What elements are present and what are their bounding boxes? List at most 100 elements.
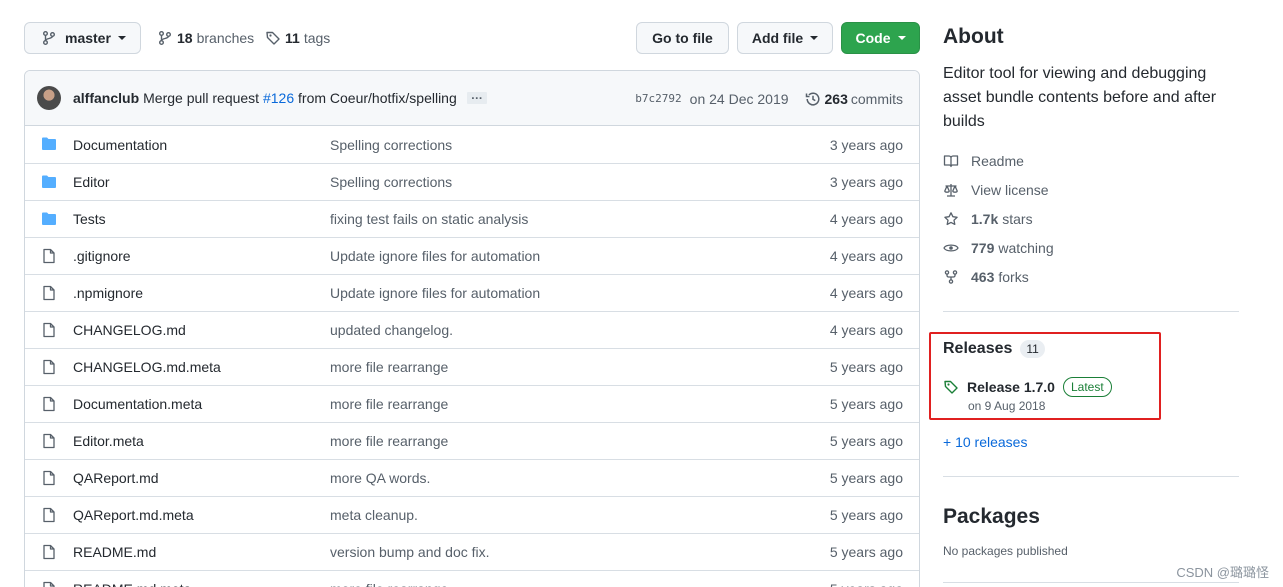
- folder-icon: [41, 211, 57, 227]
- file-row[interactable]: README.md.meta more file rearrange 5 years…: [25, 570, 919, 587]
- branch-select-button[interactable]: master: [24, 22, 141, 54]
- commit-message-link[interactable]: more file rearrange: [330, 433, 448, 449]
- divider: [943, 582, 1239, 583]
- code-button[interactable]: Code: [841, 22, 920, 54]
- forks-link[interactable]: 463 forks: [943, 267, 1029, 287]
- divider: [943, 311, 1239, 312]
- avatar[interactable]: [37, 86, 61, 110]
- commit-message-link[interactable]: more QA words.: [330, 470, 430, 486]
- file-row[interactable]: .npmignore Update ignore files for automa…: [25, 274, 919, 311]
- file-browser: alffanclub Merge pull request #126 from …: [24, 70, 920, 587]
- file-row[interactable]: Tests fixing test fails on static analysi…: [25, 200, 919, 237]
- stars-link[interactable]: 1.7k stars: [943, 209, 1033, 229]
- file-row[interactable]: Editor Spelling corrections 3 years ago: [25, 163, 919, 200]
- file-row[interactable]: .gitignore Update ignore files for automa…: [25, 237, 919, 274]
- file-row[interactable]: CHANGELOG.md updated changelog. 4 years ag…: [25, 311, 919, 348]
- file-icon: [41, 544, 57, 560]
- file-row[interactable]: README.md version bump and doc fix. 5 year…: [25, 533, 919, 570]
- commit-age: 5 years ago: [829, 507, 903, 523]
- commit-age: 5 years ago: [829, 470, 903, 486]
- commit-message[interactable]: Merge pull request #126 from Coeur/hotfi…: [143, 90, 457, 106]
- branch-icon: [159, 31, 171, 45]
- commit-age: 5 years ago: [829, 544, 903, 560]
- commit-message-link[interactable]: Spelling corrections: [330, 137, 452, 153]
- packages-heading[interactable]: Packages: [943, 505, 1239, 529]
- file-row[interactable]: QAReport.md more QA words. 5 years ago: [25, 459, 919, 496]
- commit-age: 5 years ago: [830, 581, 903, 587]
- fork-icon: [944, 270, 958, 284]
- license-label: View license: [971, 182, 1049, 198]
- file-row[interactable]: Editor.meta more file rearrange 5 years ag…: [25, 422, 919, 459]
- add-file-button[interactable]: Add file: [737, 22, 833, 54]
- file-row[interactable]: QAReport.md.meta meta cleanup. 5 years ago: [25, 496, 919, 533]
- forks-label: forks: [998, 269, 1029, 285]
- pull-request-link[interactable]: #126: [263, 90, 294, 106]
- commit-age: 4 years ago: [829, 211, 903, 227]
- commit-message-link[interactable]: updated changelog.: [330, 322, 453, 338]
- commit-sha-link[interactable]: b7c2792: [635, 92, 681, 105]
- commit-age: 4 years ago: [829, 248, 903, 264]
- branches-link[interactable]: 18 branches: [157, 28, 254, 48]
- file-row[interactable]: Documentation.meta more file rearrange 5 y…: [25, 385, 919, 422]
- file-name-link[interactable]: CHANGELOG.md.meta: [73, 359, 221, 375]
- tags-count: 11: [285, 30, 300, 46]
- commit-message-link[interactable]: meta cleanup.: [330, 507, 418, 523]
- chevron-down-icon: [810, 36, 819, 40]
- file-name-link[interactable]: Editor.meta: [73, 433, 144, 449]
- file-name-link[interactable]: CHANGELOG.md: [73, 322, 186, 338]
- commit-message-prefix: Merge pull request: [143, 90, 260, 106]
- file-icon: [41, 470, 57, 486]
- commit-age: 3 years ago: [829, 174, 903, 190]
- stars-label: stars: [1002, 211, 1033, 227]
- commits-label: commits: [850, 90, 903, 107]
- file-name-link[interactable]: README.md.meta: [73, 581, 191, 587]
- license-link[interactable]: View license: [943, 180, 1049, 200]
- commit-author-link[interactable]: alffanclub: [73, 90, 139, 106]
- divider: [943, 476, 1239, 477]
- go-to-file-button[interactable]: Go to file: [636, 22, 729, 54]
- commit-message-link[interactable]: more file rearrange: [330, 396, 448, 412]
- file-name-link[interactable]: .npmignore: [73, 285, 143, 301]
- tags-label: tags: [303, 30, 331, 46]
- forks-count: 463: [971, 269, 995, 285]
- commit-message-link[interactable]: more file rearrange: [330, 359, 448, 375]
- star-icon: [944, 212, 958, 226]
- file-row[interactable]: CHANGELOG.md.meta more file rearrange 5 ye…: [25, 348, 919, 385]
- commit-message-link[interactable]: version bump and doc fix.: [330, 544, 490, 560]
- file-name-link[interactable]: QAReport.md.meta: [73, 507, 194, 523]
- commits-history-link[interactable]: 263 commits: [805, 91, 903, 107]
- packages-empty-text: No packages published: [943, 544, 1068, 558]
- go-to-file-label: Go to file: [652, 30, 713, 46]
- tags-link[interactable]: 11 tags: [265, 28, 330, 48]
- file-icon: [41, 433, 57, 449]
- file-name-link[interactable]: Documentation: [73, 137, 167, 153]
- history-icon: [805, 91, 820, 105]
- watermark: CSDN @璐璐怪: [1176, 565, 1269, 580]
- readme-label: Readme: [971, 153, 1024, 169]
- file-name-link[interactable]: Documentation.meta: [73, 396, 202, 412]
- expand-commit-button[interactable]: …: [466, 89, 487, 104]
- file-name-link[interactable]: QAReport.md: [73, 470, 159, 486]
- commit-message-link[interactable]: Update ignore files for automation: [330, 248, 540, 264]
- folder-icon: [41, 174, 57, 190]
- tag-icon: [266, 31, 280, 45]
- book-icon: [943, 155, 959, 168]
- commit-message-link[interactable]: Spelling corrections: [330, 174, 452, 190]
- file-name-link[interactable]: README.md: [73, 544, 156, 560]
- readme-link[interactable]: Readme: [943, 151, 1024, 171]
- file-name-link[interactable]: Tests: [73, 211, 106, 227]
- watching-label: watching: [998, 240, 1054, 256]
- file-row[interactable]: Documentation Spelling corrections 3 years…: [25, 126, 919, 163]
- more-releases-link[interactable]: + 10 releases: [943, 434, 1239, 450]
- commit-message-suffix: from Coeur/hotfix/spelling: [298, 90, 457, 106]
- commit-message-link[interactable]: Update ignore files for automation: [330, 285, 540, 301]
- branch-name: master: [65, 30, 111, 46]
- commit-message-link[interactable]: fixing test fails on static analysis: [330, 211, 528, 227]
- file-icon: [41, 248, 57, 264]
- stars-count: 1.7k: [971, 211, 999, 227]
- file-name-link[interactable]: Editor: [73, 174, 110, 190]
- commit-message-link[interactable]: more file rearrange: [330, 581, 448, 587]
- watching-link[interactable]: 779 watching: [943, 238, 1054, 258]
- commit-age: 3 years ago: [829, 136, 903, 153]
- file-name-link[interactable]: .gitignore: [73, 248, 131, 264]
